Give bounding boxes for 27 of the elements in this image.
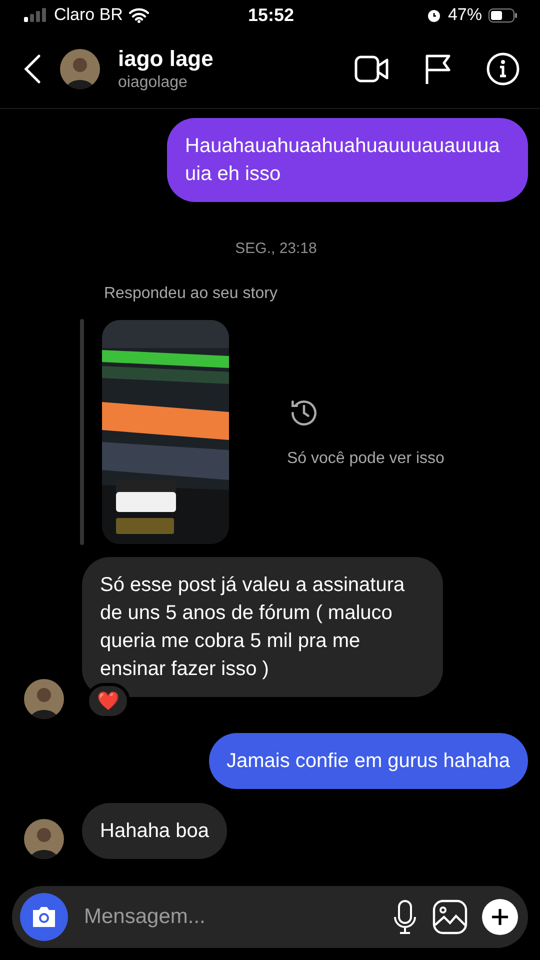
plus-icon (490, 907, 510, 927)
add-button[interactable] (482, 899, 518, 935)
camera-icon (30, 905, 58, 929)
clock: 15:52 (248, 4, 294, 26)
camera-button[interactable] (20, 893, 68, 941)
contact-name: iago lage (118, 46, 214, 72)
avatar (60, 49, 100, 89)
signal-icon (24, 8, 48, 22)
alarm-icon (426, 7, 442, 23)
microphone-icon[interactable] (392, 899, 418, 935)
back-icon[interactable] (22, 54, 42, 84)
message-field[interactable]: Mensagem... (82, 904, 378, 930)
gallery-icon[interactable] (432, 899, 468, 935)
battery-icon (488, 8, 518, 22)
wifi-icon (128, 8, 149, 22)
contact-username: oiagolage (118, 74, 188, 92)
received-message: Hahaha boa (82, 803, 227, 859)
flag-icon[interactable] (424, 53, 452, 85)
info-icon[interactable] (486, 52, 520, 86)
battery-percent: 47% (448, 5, 482, 25)
story-note: Só você pode ver isso (287, 450, 444, 468)
story-reply-label: Respondeu ao seu story (104, 285, 278, 303)
video-call-icon[interactable] (354, 54, 390, 84)
sent-message: Jamais confie em gurus hahaha (208, 733, 528, 789)
timestamp: SEG., 23:18 (235, 240, 317, 257)
sent-message: Hauahauahuaahuahuauuuauauuua uia eh isso (167, 118, 528, 202)
carrier: Claro BR (54, 5, 123, 25)
